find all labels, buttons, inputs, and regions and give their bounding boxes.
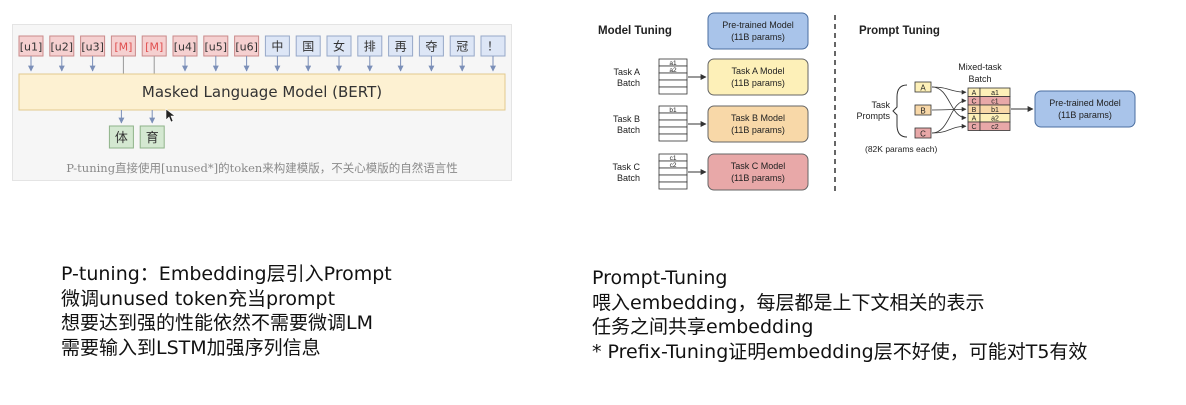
mixed-batch-prompt-label: A: [972, 90, 977, 97]
task-model-box: [707, 58, 809, 96]
token-label: [u1]: [20, 41, 43, 54]
note-line: Prompt-Tuning: [592, 267, 728, 289]
token-label: [u6]: [235, 41, 258, 54]
batch-row: [658, 119, 688, 128]
prompts-brace: [892, 84, 908, 138]
token-label: 冠: [456, 40, 468, 54]
note-line: 需要输入到LSTM加强序列信息: [61, 336, 321, 359]
token-label: ！: [487, 40, 499, 54]
prompt-route-arrow: [931, 106, 967, 112]
task-model-params: (11B params): [731, 125, 785, 135]
batch-row: [658, 174, 688, 183]
token-label: [u2]: [51, 41, 74, 54]
mixed-batch-item-label: a1: [991, 90, 999, 97]
batch-row: [658, 133, 688, 142]
mixed-batch-item-label: a2: [991, 116, 999, 123]
p-tuning-diagram: [u1] [u2] [u3] [M] [M] [u4] [u5] [u6] 中 国 女 排 再 夺 冠 ！ Ma…: [18, 35, 506, 149]
mixed-batch-item-label: c2: [991, 124, 999, 131]
token-label: [u4]: [174, 41, 197, 54]
output-token-label: 体: [115, 131, 128, 146]
prompt-tuning-title: Prompt Tuning: [859, 25, 940, 37]
task-model-box: [707, 153, 809, 191]
prompt-tag-label: A: [920, 84, 926, 93]
notes-right: Prompt-Tuning 喂入embedding，每层都是上下文相关的表示 任…: [592, 266, 1087, 364]
pretrained-model-right-box: [1034, 90, 1136, 128]
mixed-batch-item-label: c1: [991, 99, 999, 106]
note-line: * Prefix-Tuning证明embedding层不好使，可能对T5有效: [592, 340, 1088, 363]
task-batch-label: Batch: [617, 173, 640, 183]
task-batch-label: Task B: [613, 114, 640, 124]
batch-row: [658, 72, 688, 81]
p-tuning-caption: P-tuning直接使用[unused*]的token来构建模版，不关心模版的自…: [66, 161, 458, 175]
batch-entry: c2: [670, 162, 677, 169]
prompt-tuning-diagram: Model Tuning Prompt Tuning Pre-trained Mod…: [598, 12, 1136, 193]
task-batch-label: Batch: [617, 78, 640, 88]
pretrained-model-top-title: Pre-trained Model: [722, 20, 794, 30]
model-tuning-title: Model Tuning: [598, 25, 672, 37]
note-line: P-tuning：Embedding层引入Prompt: [61, 263, 392, 285]
mixed-batch-label: Batch: [968, 74, 991, 84]
output-token-label: 育: [146, 130, 159, 146]
task-model-title: Task C Model: [731, 161, 786, 171]
bert-model-label: Masked Language Model (BERT): [142, 83, 382, 101]
token-label: [u3]: [81, 41, 104, 54]
notes-left: P-tuning：Embedding层引入Prompt 微调unused tok…: [61, 262, 392, 360]
token-label: 夺: [425, 40, 437, 54]
mixed-batch-prompt-label: A: [972, 116, 977, 123]
token-label: [M]: [145, 41, 163, 54]
pretrained-model-right-params: (11B params): [1058, 110, 1112, 120]
batch-row: [658, 86, 688, 95]
note-line: 喂入embedding，每层都是上下文相关的表示: [592, 291, 985, 314]
task-batch-label: Batch: [617, 125, 640, 135]
batch-entry: a1: [669, 60, 677, 67]
cursor-icon: [165, 108, 176, 123]
note-line: 微调unused token充当prompt: [61, 287, 336, 310]
token-label: 女: [333, 39, 345, 54]
task-model-title: Task A Model: [731, 66, 784, 76]
task-model-params: (11B params): [731, 173, 785, 183]
pretrained-model-right-title: Pre-trained Model: [1049, 98, 1121, 108]
task-batch-label: Task A: [613, 67, 640, 77]
task-batch-label: Task C: [612, 162, 640, 172]
batch-entry: a2: [669, 67, 677, 74]
token-label: 中: [271, 39, 283, 54]
token-label: [M]: [114, 41, 132, 54]
batch-row: [658, 126, 688, 135]
params-note: (82K params each): [865, 144, 937, 154]
p-tuning-figure: [u1] [u2] [u3] [M] [M] [u4] [u5] [u6] 中 国 女 排 再 夺 冠 ！ Ma…: [12, 24, 512, 181]
task-model-box: [707, 105, 809, 143]
token-label: 再: [395, 40, 407, 54]
token-label: 国: [302, 40, 314, 54]
mixed-batch-prompt-label: C: [971, 124, 976, 131]
batch-row: [658, 181, 688, 190]
note-line: 任务之间共享embedding: [592, 316, 814, 338]
batch-entry: b1: [669, 107, 677, 114]
batch-row: [658, 167, 688, 176]
mixed-batch-item-label: b1: [991, 107, 999, 114]
task-model-params: (11B params): [731, 78, 785, 88]
pretrained-model-top-box: [707, 12, 809, 50]
mixed-batch-label: Mixed-task: [958, 62, 1002, 72]
pretrained-model-top-params: (11B params): [731, 32, 785, 42]
task-model-title: Task B Model: [731, 113, 785, 123]
note-line: 想要达到强的性能依然不需要微调LM: [61, 312, 373, 334]
batch-entry: c1: [670, 155, 677, 162]
batch-row: [658, 79, 688, 88]
prompt-tag-label: C: [920, 130, 926, 139]
prompt-tag-label: B: [920, 107, 925, 116]
task-prompts-label: Prompts: [856, 111, 890, 121]
token-label: [u5]: [205, 41, 228, 54]
batch-row: [658, 112, 688, 121]
task-prompts-label: Task: [871, 100, 890, 110]
mixed-batch-prompt-label: C: [971, 99, 976, 106]
mixed-batch-prompt-label: B: [972, 107, 977, 114]
token-label: 排: [364, 40, 376, 54]
